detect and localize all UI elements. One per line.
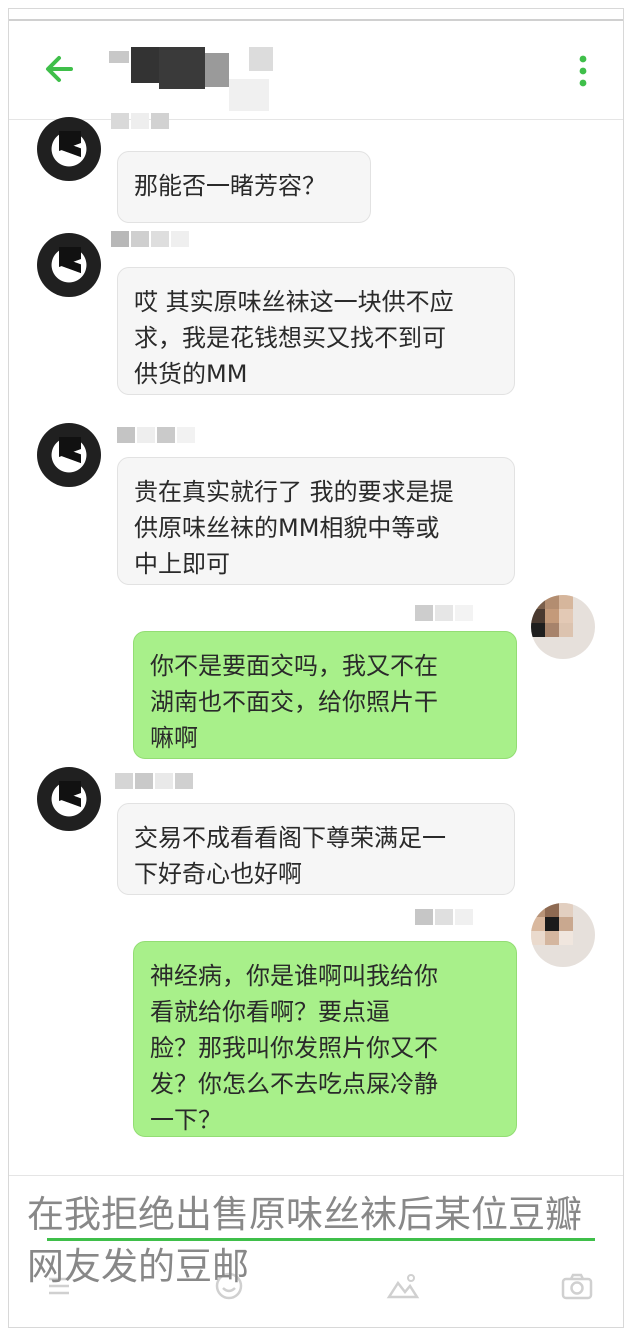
chat-header: [9, 23, 623, 120]
sender-name-mosaic: [117, 427, 197, 443]
avatar[interactable]: [37, 423, 101, 487]
message-bubble-outgoing[interactable]: 你不是要面交吗，我又不在 湖南也不面交，给你照片干 嘛啊: [133, 631, 517, 759]
message-bubble-incoming[interactable]: 那能否一睹芳容？: [117, 151, 371, 223]
sender-name-mosaic: [115, 773, 195, 789]
message-bubble-incoming[interactable]: 交易不成看看阁下尊荣满足一 下好奇心也好啊: [117, 803, 515, 895]
sender-name-mosaic: [415, 605, 475, 621]
status-divider: [9, 19, 623, 21]
app-frame: 那能否一睹芳容？ 哎 其实原味丝袜这一块供不应 求，我是花钱想买又找不到可 供货…: [8, 8, 624, 1328]
back-arrow-icon[interactable]: [41, 51, 81, 87]
avatar[interactable]: [531, 903, 595, 967]
avatar[interactable]: [37, 117, 101, 181]
image-caption: 在我拒绝出售原味丝袜后某位豆瓣网友发的豆邮: [27, 1193, 582, 1288]
message-bubble-incoming[interactable]: 哎 其实原味丝袜这一块供不应 求，我是花钱想买又找不到可 供货的MM: [117, 267, 515, 395]
sender-name-mosaic: [111, 231, 191, 247]
avatar[interactable]: [37, 233, 101, 297]
message-bubble-incoming[interactable]: 贵在真实就行了 我的要求是提 供原味丝袜的MM相貌中等或 中上即可: [117, 457, 515, 585]
avatar[interactable]: [37, 767, 101, 831]
sender-name-mosaic: [415, 909, 475, 925]
message-bubble-outgoing[interactable]: 神经病，你是谁啊叫我给你 看就给你看啊？要点逼 脸？那我叫你发照片你又不 发？你…: [133, 941, 517, 1137]
avatar[interactable]: [531, 595, 595, 659]
toolbar-divider: [9, 1175, 623, 1176]
more-vertical-icon[interactable]: [573, 53, 593, 93]
sender-name-mosaic: [111, 113, 171, 129]
